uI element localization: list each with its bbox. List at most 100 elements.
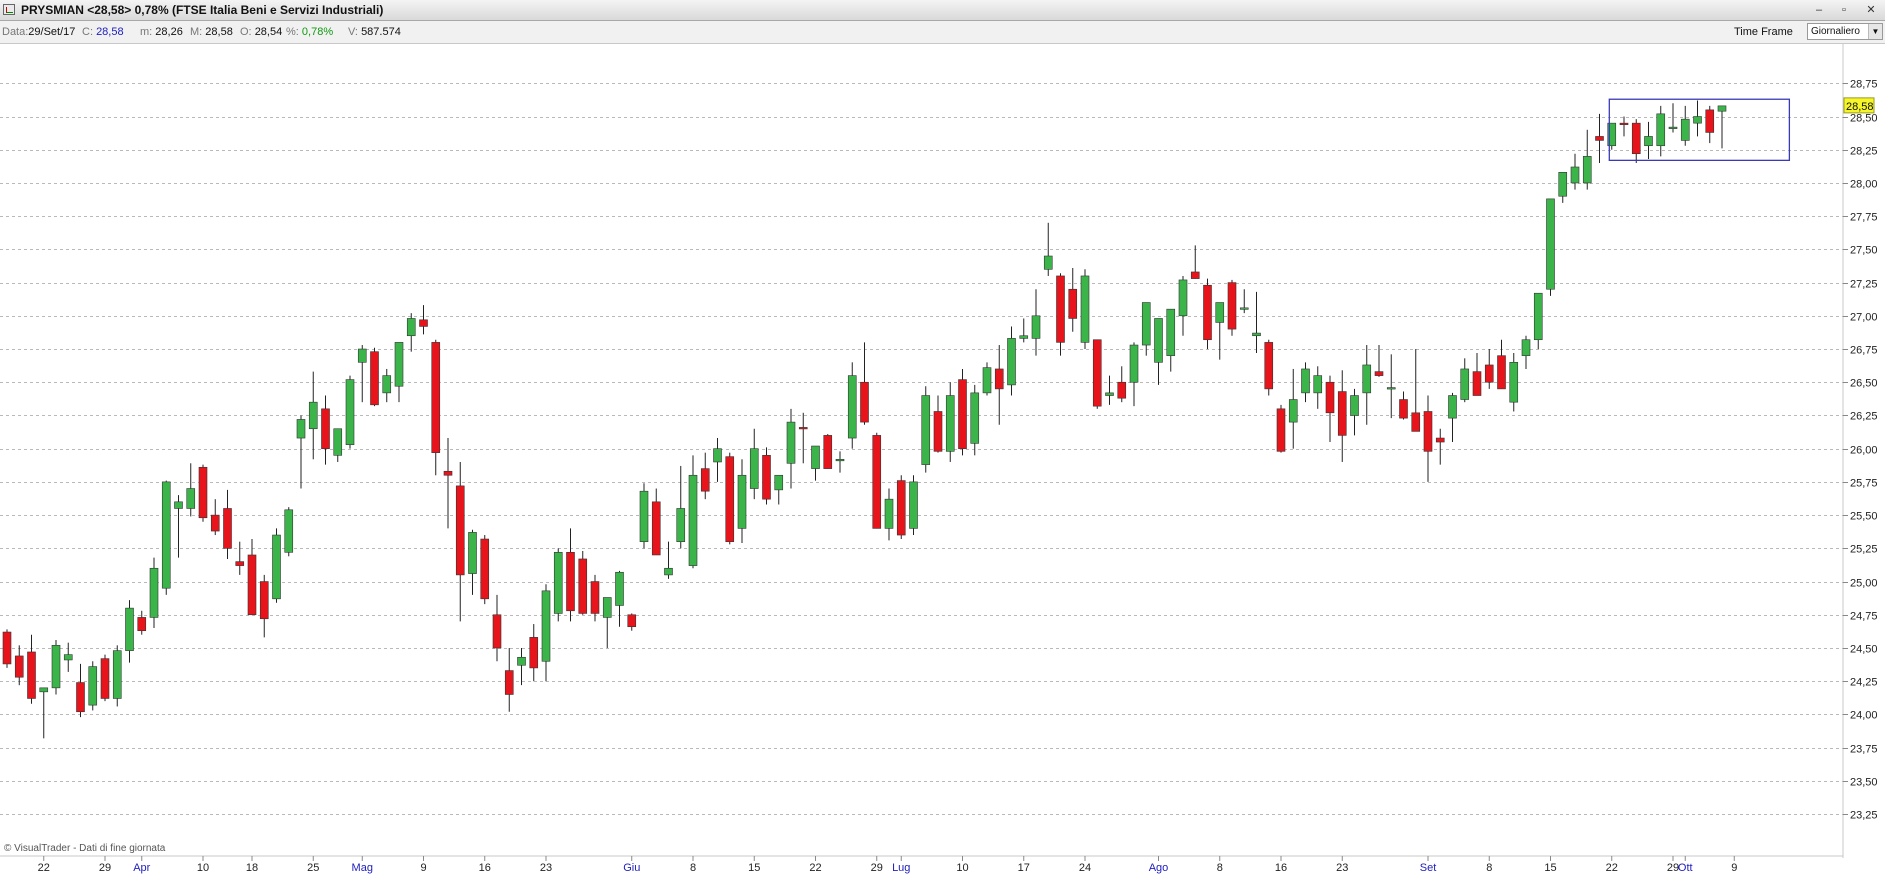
time-tick-label: Apr [133,862,150,874]
data-credit: © VisualTrader - Dati di fine giornata [4,843,166,854]
candle-body [1631,122,1641,155]
candle-up [1301,362,1310,403]
candle-body [553,552,563,614]
time-tick-label: 16 [479,862,491,874]
candlestick-chart[interactable]: 23,25 23,50 23,75 24,00 24,25 24,50 24,75 25,00… [0,0,1885,876]
time-tick-label: Giu [623,862,640,874]
candle-body [174,501,183,509]
candle-up [1448,392,1457,443]
candle-up [1215,302,1225,360]
price-tick-label: 24,75 [1850,611,1878,623]
candle-down [762,447,771,505]
price-tick-label: 24,25 [1850,677,1878,689]
candle-body [1399,399,1408,419]
time-tick-label: Lug [892,862,910,874]
candle-body [1166,308,1176,356]
candle-down [627,613,637,631]
candle-body [872,435,882,529]
candle-body [994,368,1004,390]
candle-body [272,534,281,600]
candle-body [1570,166,1580,184]
price-tick-label: 27,25 [1850,279,1878,291]
candle-down [370,347,379,407]
price-tick-label: 26,25 [1850,411,1878,423]
candle-body [149,567,159,618]
candle-body [1435,437,1445,443]
candle-body [27,651,36,699]
candle-up [308,371,318,460]
candle-up [1386,354,1396,419]
candle-down [1705,105,1715,144]
candle-body [945,395,955,452]
candle-up [112,645,122,707]
time-tick-label: 23 [540,862,552,874]
candle-body [1031,315,1041,339]
candle-down [504,647,514,712]
candle-body [259,581,269,620]
candle-down [578,550,588,615]
price-tick-label: 23,75 [1850,744,1878,756]
candle-up [847,362,857,449]
candle-down [1203,278,1212,350]
candle-body [210,514,220,532]
time-tick-label: 15 [748,862,760,874]
candle-body [1705,109,1715,133]
candle-up [51,640,61,695]
candle-down [247,539,257,616]
candle-body [1472,371,1482,396]
candle-body [823,435,833,469]
candle-body [1178,279,1188,317]
candle-body [88,666,98,706]
candle-body [529,637,539,669]
candle-down [651,488,661,556]
candle-body [504,670,514,695]
candle-body [1019,335,1029,339]
price-tick-label: 23,25 [1850,810,1878,822]
candle-down [1497,339,1506,390]
candle-body [1252,332,1261,337]
candle-body [186,488,196,509]
candle-body [394,342,404,387]
candle-down [235,541,245,575]
time-tick-label: 23 [1336,862,1348,874]
candle-body [749,448,759,489]
candle-down [137,610,147,635]
candle-body [1288,399,1298,423]
candle-up [664,541,673,579]
time-tick-label: 10 [956,862,968,874]
candle-down [529,624,539,682]
candle-up [541,584,551,682]
candle-up [1717,105,1727,149]
candle-body [137,617,147,632]
candle-up [1288,368,1298,449]
candle-body [1533,292,1543,341]
candle-body [443,470,453,476]
candle-body [431,342,441,453]
candle-body [1239,307,1249,310]
price-tick-label: 28,75 [1850,79,1878,91]
candle-body [737,474,747,529]
time-tick-label: 29 [99,862,111,874]
candle-body [1717,105,1727,112]
candle-body [1117,381,1127,399]
candle-body [811,445,820,469]
candle-down [566,528,575,622]
candle-body [76,682,85,713]
candle-up [1656,105,1666,157]
candle-body [161,481,171,589]
candles [2,100,1727,739]
time-tick-label: 16 [1275,862,1287,874]
candle-body [982,367,992,394]
candle-down [198,464,208,522]
price-tick-label: 28,25 [1850,146,1878,158]
candle-up [186,463,196,517]
candle-up [1129,342,1139,407]
candle-body [566,552,575,612]
candle-body [1056,275,1065,343]
candle-down [1337,370,1347,462]
price-axis: 23,25 23,50 23,75 24,00 24,25 24,50 24,75 25,00… [1843,79,1878,822]
candle-body [492,614,502,649]
candle-body [1141,302,1151,346]
candle-body [1558,172,1568,197]
candle-body [406,318,416,337]
